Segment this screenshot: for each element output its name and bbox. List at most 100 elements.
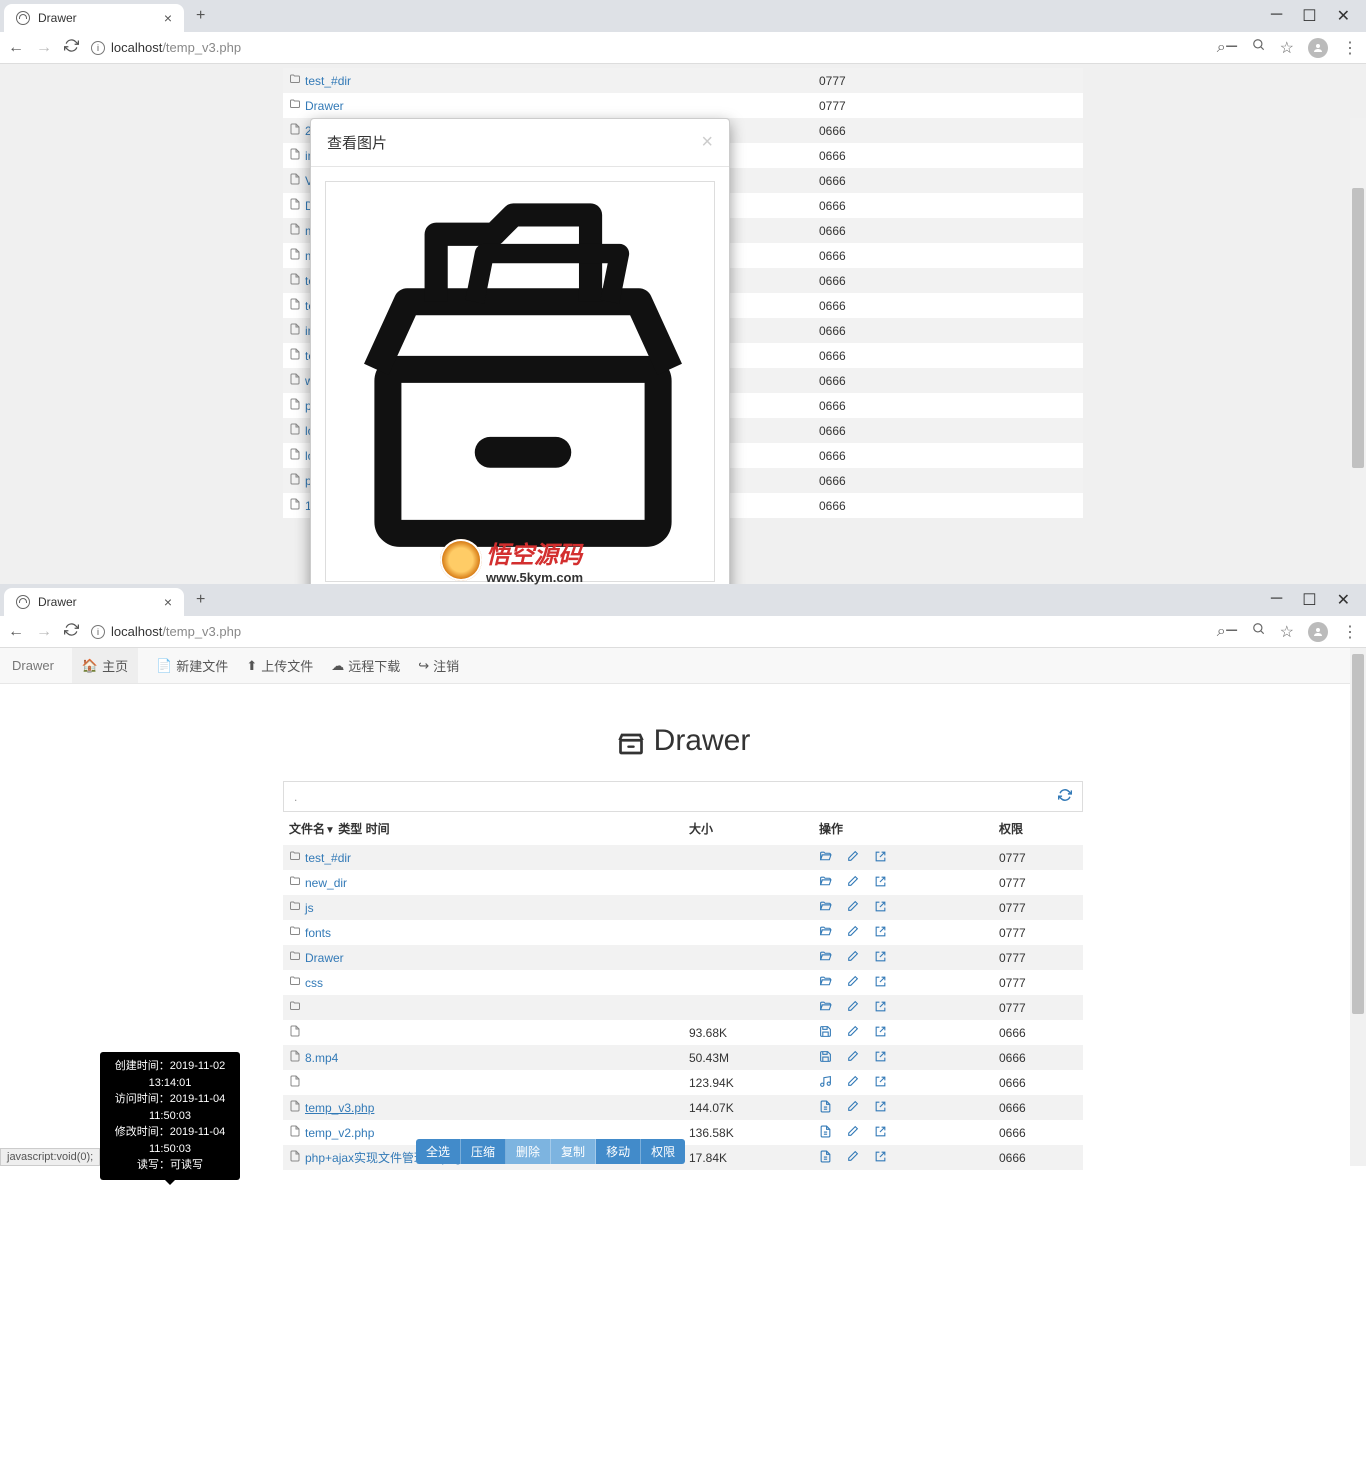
op-edit-icon[interactable] (846, 1125, 860, 1141)
op-edit-icon[interactable] (846, 1050, 860, 1066)
action-compress[interactable]: 压缩 (461, 1139, 506, 1164)
forward-button[interactable]: → (36, 39, 52, 57)
star-icon[interactable]: ☆ (1280, 38, 1294, 58)
scrollbar-thumb[interactable] (1352, 654, 1364, 1014)
url-field-2[interactable]: i localhost /temp_v3.php (91, 624, 1205, 639)
key-icon[interactable]: ⌕⚊ (1217, 623, 1238, 641)
file-link[interactable]: Drawer (305, 951, 344, 965)
op-primary-icon[interactable] (819, 1150, 833, 1166)
tab-close-icon[interactable]: × (164, 10, 172, 26)
op-external-icon[interactable] (874, 850, 888, 866)
user-avatar[interactable] (1308, 622, 1328, 642)
op-edit-icon[interactable] (846, 1075, 860, 1091)
op-edit-icon[interactable] (846, 850, 860, 866)
op-external-icon[interactable] (874, 1050, 888, 1066)
file-link[interactable]: Drawer (305, 99, 344, 113)
op-primary-icon[interactable] (819, 925, 833, 941)
op-external-icon[interactable] (874, 1125, 888, 1141)
op-external-icon[interactable] (874, 1100, 888, 1116)
back-button[interactable]: ← (8, 39, 24, 57)
file-link[interactable]: test_#dir (305, 74, 351, 88)
file-link[interactable]: 8.mp4 (305, 1051, 338, 1065)
op-primary-icon[interactable] (819, 850, 833, 866)
op-edit-icon[interactable] (846, 1000, 860, 1016)
modal-close-button[interactable]: × (701, 131, 713, 154)
op-edit-icon[interactable] (846, 950, 860, 966)
zoom-icon[interactable] (1252, 622, 1266, 641)
site-info-icon[interactable]: i (91, 41, 105, 55)
reload-button[interactable] (64, 622, 79, 642)
op-external-icon[interactable] (874, 950, 888, 966)
op-edit-icon[interactable] (846, 1150, 860, 1166)
op-external-icon[interactable] (874, 1000, 888, 1016)
nav-upload[interactable]: ⬆ 上传文件 (246, 656, 313, 675)
op-primary-icon[interactable] (819, 900, 833, 916)
nav-logout[interactable]: ↪ 注销 (418, 656, 459, 675)
new-tab-button[interactable]: + (196, 7, 205, 25)
vertical-scrollbar-2[interactable] (1350, 648, 1366, 1166)
zoom-icon[interactable] (1252, 38, 1266, 57)
file-link[interactable]: temp_v3.php (305, 1101, 374, 1115)
op-edit-icon[interactable] (846, 1100, 860, 1116)
site-info-icon[interactable]: i (91, 625, 105, 639)
op-primary-icon[interactable] (819, 875, 833, 891)
op-primary-icon[interactable] (819, 1125, 833, 1141)
op-edit-icon[interactable] (846, 1025, 860, 1041)
vertical-scrollbar[interactable] (1350, 118, 1366, 584)
action-perm[interactable]: 权限 (641, 1139, 685, 1164)
op-primary-icon[interactable] (819, 1075, 833, 1091)
op-external-icon[interactable] (874, 1025, 888, 1041)
op-edit-icon[interactable] (846, 900, 860, 916)
file-link[interactable]: temp_v2.php (305, 1126, 374, 1140)
file-link[interactable]: js (305, 901, 314, 915)
op-edit-icon[interactable] (846, 975, 860, 991)
op-primary-icon[interactable] (819, 950, 833, 966)
action-delete[interactable]: 删除 (506, 1139, 551, 1164)
minimize-icon[interactable]: ─ (1271, 590, 1282, 610)
op-primary-icon[interactable] (819, 1025, 833, 1041)
action-select-all[interactable]: 全选 (416, 1139, 461, 1164)
op-external-icon[interactable] (874, 900, 888, 916)
op-external-icon[interactable] (874, 1075, 888, 1091)
new-tab-button-2[interactable]: + (196, 591, 205, 609)
back-button[interactable]: ← (8, 623, 24, 641)
file-link[interactable]: test_#dir (305, 851, 351, 865)
nav-newfile[interactable]: 📄 新建文件 (156, 656, 228, 675)
op-primary-icon[interactable] (819, 1050, 833, 1066)
nav-home[interactable]: 🏠 主页 (72, 648, 138, 683)
browser-tab-2[interactable]: Drawer × (4, 588, 184, 616)
file-link[interactable]: fonts (305, 926, 331, 940)
reload-button[interactable] (64, 38, 79, 58)
th-size[interactable]: 大小 (683, 812, 813, 845)
tab-close-icon[interactable]: × (164, 594, 172, 610)
menu-icon[interactable]: ⋮ (1342, 622, 1358, 642)
nav-remote[interactable]: ☁ 远程下载 (331, 656, 400, 675)
op-external-icon[interactable] (874, 975, 888, 991)
maximize-icon[interactable]: ☐ (1302, 6, 1316, 26)
url-field[interactable]: i localhost /temp_v3.php (91, 40, 1205, 55)
star-icon[interactable]: ☆ (1280, 622, 1294, 642)
op-external-icon[interactable] (874, 1150, 888, 1166)
refresh-icon[interactable] (1058, 788, 1072, 805)
op-primary-icon[interactable] (819, 1000, 833, 1016)
action-copy[interactable]: 复制 (551, 1139, 596, 1164)
th-name[interactable]: 文件名▼ 类型 时间 (283, 812, 683, 845)
browser-tab[interactable]: Drawer × (4, 4, 184, 32)
user-avatar[interactable] (1308, 38, 1328, 58)
close-icon[interactable]: ✕ (1337, 6, 1350, 26)
op-external-icon[interactable] (874, 925, 888, 941)
menu-icon[interactable]: ⋮ (1342, 38, 1358, 58)
action-move[interactable]: 移动 (596, 1139, 641, 1164)
forward-button[interactable]: → (36, 623, 52, 641)
op-edit-icon[interactable] (846, 875, 860, 891)
th-ops[interactable]: 操作 (813, 812, 993, 845)
maximize-icon[interactable]: ☐ (1302, 590, 1316, 610)
op-edit-icon[interactable] (846, 925, 860, 941)
op-external-icon[interactable] (874, 875, 888, 891)
file-link[interactable]: css (305, 976, 323, 990)
minimize-icon[interactable]: ─ (1271, 6, 1282, 26)
op-primary-icon[interactable] (819, 1100, 833, 1116)
file-link[interactable]: new_dir (305, 876, 347, 890)
close-icon[interactable]: ✕ (1337, 590, 1350, 610)
scrollbar-thumb[interactable] (1352, 188, 1364, 468)
